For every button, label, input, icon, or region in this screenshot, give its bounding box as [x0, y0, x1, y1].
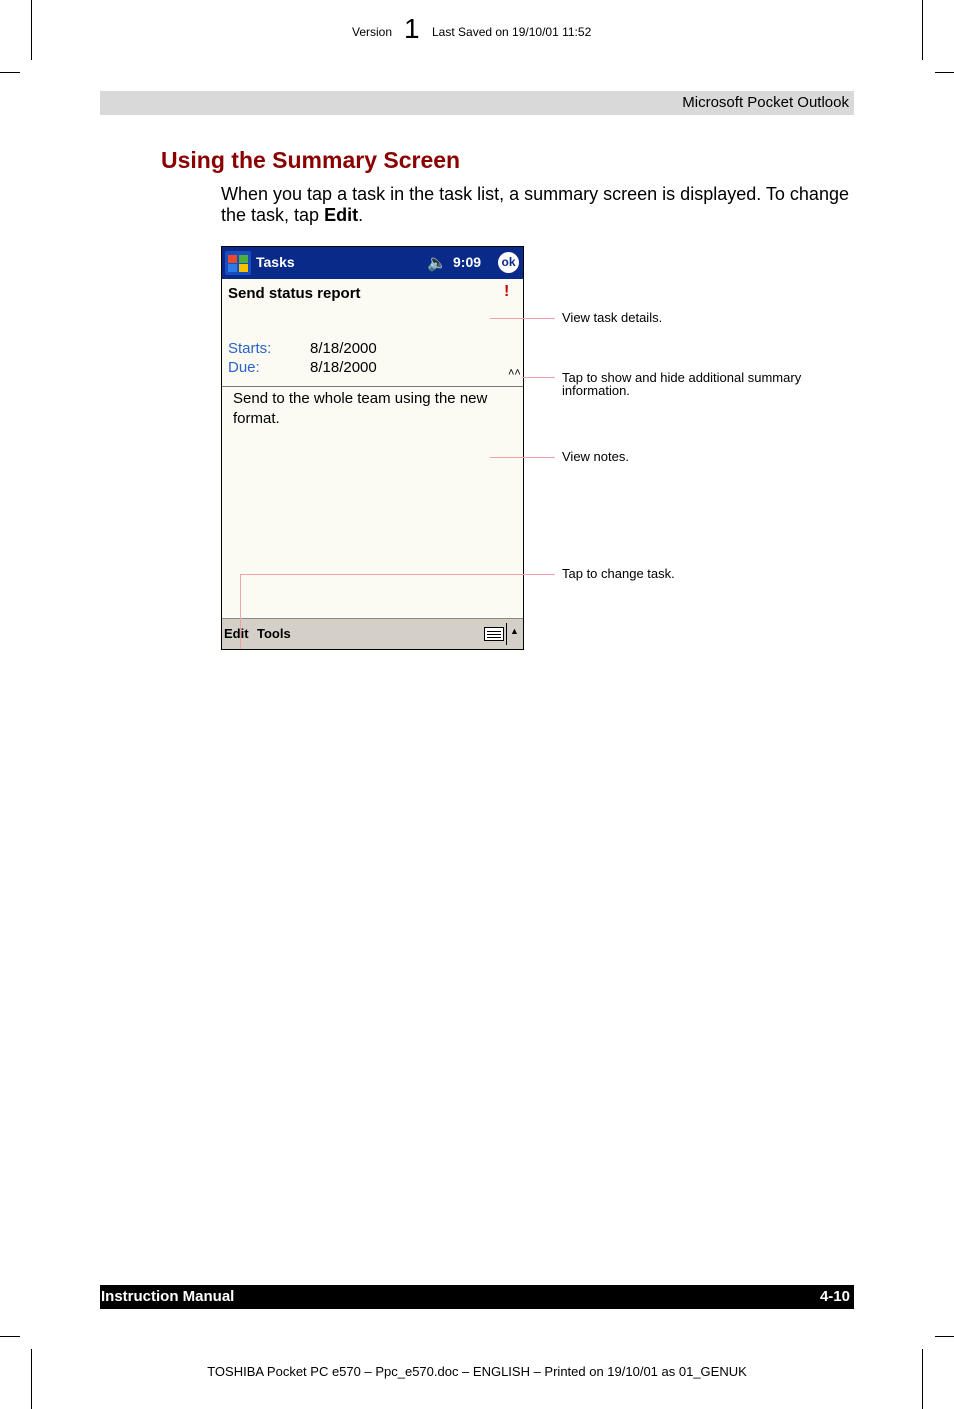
- crop-mark: [31, 0, 32, 60]
- crop-mark: [922, 1349, 923, 1409]
- menu-tools[interactable]: Tools: [257, 626, 291, 641]
- keyboard-icon[interactable]: [484, 627, 504, 641]
- callout-line-notes: [490, 457, 555, 458]
- crop-mark: [935, 72, 954, 73]
- tasks-summary-screenshot: Tasks 🔈 9:09 ok Send status report ! Sta…: [221, 246, 524, 650]
- intro-edit-keyword: Edit: [324, 205, 359, 225]
- last-saved: Last Saved on 19/10/01 11:52: [432, 25, 592, 39]
- page-heading: Using the Summary Screen: [161, 147, 461, 173]
- crop-mark: [31, 1349, 32, 1409]
- callout-line-change-vertical: [240, 574, 241, 649]
- clock[interactable]: 9:09: [453, 254, 481, 270]
- windows-start-icon[interactable]: [225, 251, 251, 275]
- section-title: Microsoft Pocket Outlook: [682, 94, 849, 111]
- crop-mark: [0, 1336, 20, 1337]
- callout-line-toggle: [522, 377, 555, 378]
- title-bar: Tasks 🔈 9:09 ok: [222, 247, 523, 279]
- section-band: Microsoft Pocket Outlook: [100, 91, 854, 115]
- input-menu-arrow-icon[interactable]: ▲: [510, 626, 519, 636]
- priority-icon: !: [504, 283, 510, 300]
- app-title: Tasks: [256, 254, 295, 270]
- speaker-icon[interactable]: 🔈: [427, 253, 447, 273]
- divider: [222, 386, 523, 387]
- due-label: Due:: [228, 359, 260, 376]
- intro-period: .: [358, 205, 364, 225]
- crop-mark: [935, 1336, 954, 1337]
- print-info: TOSHIBA Pocket PC e570 – Ppc_e570.doc – …: [207, 1364, 747, 1379]
- manual-title: Instruction Manual: [101, 1288, 235, 1305]
- callout-notes: View notes.: [562, 449, 629, 464]
- callout-line-details: [490, 318, 555, 319]
- input-separator: [506, 623, 507, 645]
- callout-line-change: [240, 574, 555, 575]
- intro-paragraph: When you tap a task in the task list, a …: [221, 184, 851, 226]
- task-notes[interactable]: Send to the whole team using the new for…: [233, 389, 518, 429]
- ok-button[interactable]: ok: [498, 252, 519, 273]
- callout-change: Tap to change task.: [562, 566, 675, 581]
- crop-mark: [0, 72, 20, 73]
- task-subject[interactable]: Send status report: [228, 285, 361, 302]
- collapse-chevron-icon[interactable]: ˄˄: [508, 368, 521, 379]
- due-value: 8/18/2000: [310, 359, 377, 376]
- intro-text: When you tap a task in the task list, a …: [221, 184, 849, 225]
- starts-value: 8/18/2000: [310, 340, 377, 357]
- callout-details: View task details.: [562, 310, 663, 325]
- menu-edit[interactable]: Edit: [224, 626, 249, 641]
- crop-mark: [922, 0, 923, 60]
- version-label: Version: [352, 25, 393, 39]
- page-number: 4-10: [819, 1288, 850, 1305]
- version-number: 1: [404, 13, 420, 44]
- menu-bar: Edit Tools ▲: [222, 618, 523, 649]
- footer-band: Instruction Manual 4-10: [100, 1285, 854, 1309]
- callout-toggle: Tap to show and hide additional summary …: [562, 370, 802, 398]
- starts-label: Starts:: [228, 340, 272, 357]
